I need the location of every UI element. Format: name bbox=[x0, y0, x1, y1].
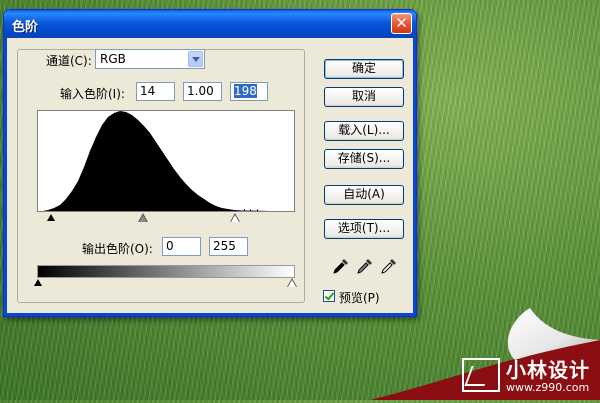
desktop-background: { "dialog": { "title": "色阶", "close_labe… bbox=[0, 0, 600, 400]
watermark-name: 小林设计 bbox=[506, 358, 590, 382]
histogram bbox=[37, 110, 295, 212]
input-shadows-value: 14 bbox=[140, 84, 156, 98]
gray-eyedropper-icon[interactable] bbox=[356, 257, 374, 275]
watermark-url: www.z990.com bbox=[506, 381, 590, 394]
options-button[interactable]: 选项(T)... bbox=[324, 219, 404, 239]
input-shadows-field[interactable]: 14 bbox=[136, 82, 175, 101]
output-levels-label: 输出色阶(O): bbox=[82, 242, 153, 256]
input-levels-slider[interactable] bbox=[37, 211, 295, 223]
channel-select[interactable]: RGB bbox=[95, 49, 205, 69]
output-min-value: 0 bbox=[166, 239, 174, 253]
cancel-button[interactable]: 取消 bbox=[324, 87, 404, 107]
channel-value: RGB bbox=[100, 52, 126, 66]
brand-logo bbox=[462, 358, 500, 392]
channel-label: 通道(C): bbox=[46, 54, 92, 68]
input-levels-label: 输入色阶(I): bbox=[60, 87, 125, 101]
output-black-handle[interactable] bbox=[34, 279, 42, 286]
chevron-down-icon[interactable] bbox=[188, 51, 203, 67]
load-button[interactable]: 载入(L)... bbox=[324, 121, 404, 141]
output-max-value: 255 bbox=[213, 239, 236, 253]
black-eyedropper-icon[interactable] bbox=[332, 257, 350, 275]
white-eyedropper-icon[interactable] bbox=[380, 257, 398, 275]
save-button[interactable]: 存储(S)... bbox=[324, 149, 404, 169]
ok-button[interactable]: 确定 bbox=[324, 59, 404, 79]
output-white-handle[interactable] bbox=[288, 280, 296, 287]
auto-button[interactable]: 自动(A) bbox=[324, 185, 404, 205]
output-levels-slider[interactable] bbox=[34, 277, 297, 289]
close-button[interactable]: ✕ bbox=[391, 13, 412, 34]
input-gamma-value: 1.00 bbox=[187, 84, 214, 98]
gamma-slider-handle[interactable] bbox=[139, 215, 147, 222]
output-min-field[interactable]: 0 bbox=[162, 237, 201, 256]
input-highlights-field[interactable]: 198 bbox=[230, 82, 268, 101]
dialog-title: 色阶 bbox=[12, 20, 39, 35]
histogram-graph bbox=[43, 111, 270, 211]
input-gamma-field[interactable]: 1.00 bbox=[183, 82, 222, 101]
highlights-slider-handle[interactable] bbox=[231, 215, 239, 222]
title-bar[interactable]: 色阶 ✕ bbox=[4, 10, 416, 38]
shadows-slider-handle[interactable] bbox=[47, 214, 55, 221]
input-highlights-value: 198 bbox=[234, 84, 257, 98]
output-max-field[interactable]: 255 bbox=[209, 237, 248, 256]
